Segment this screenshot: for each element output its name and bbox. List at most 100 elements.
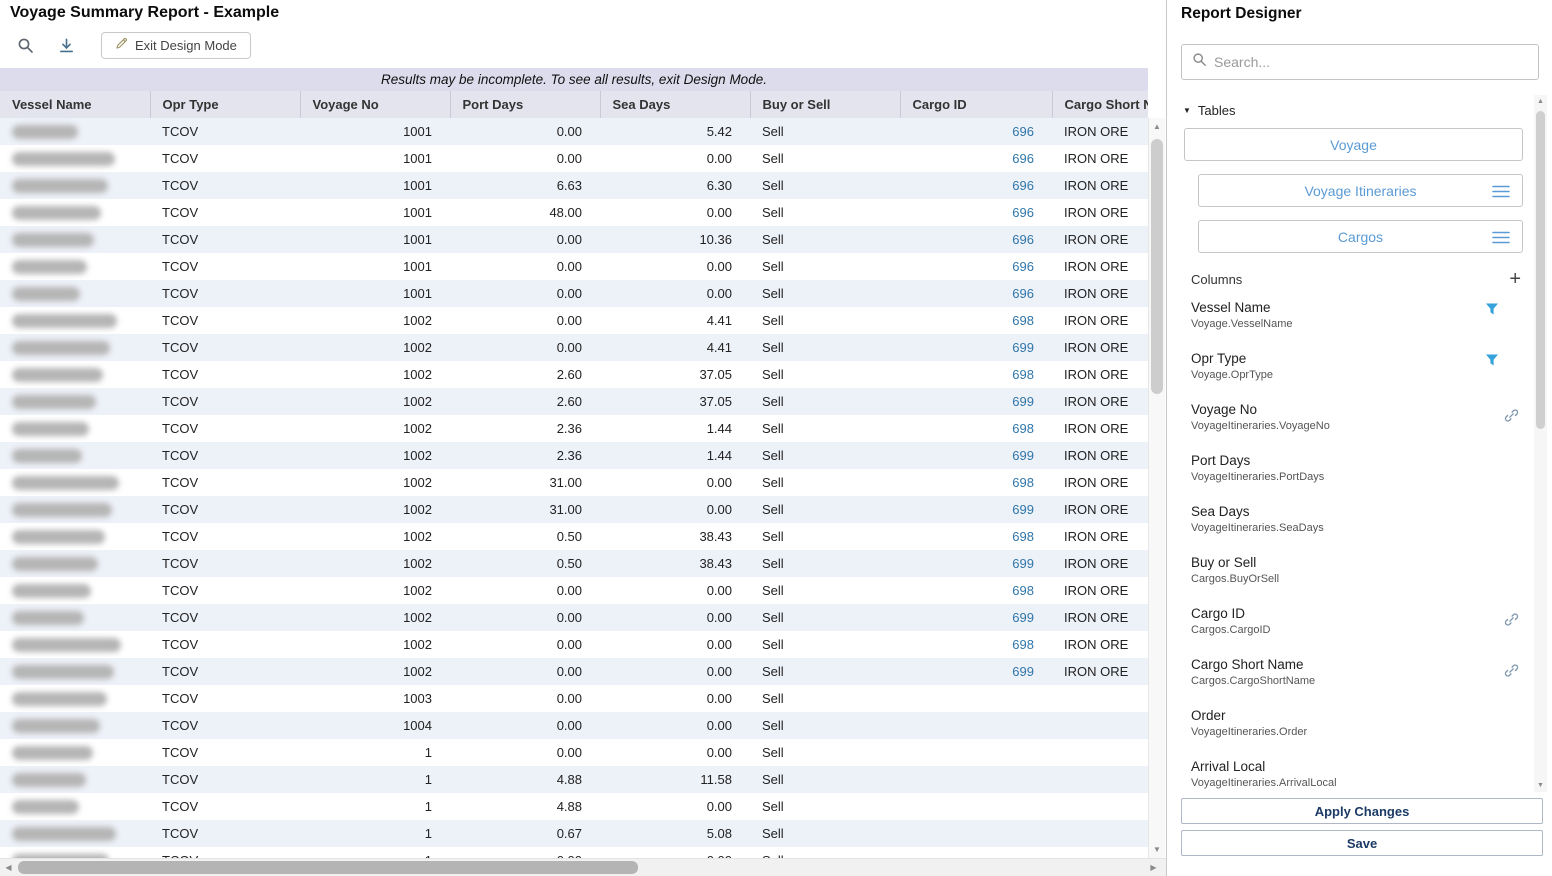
table-row[interactable]: TCOV10020.000.00Sell699IRON ORE [0,658,1148,685]
cell-opr-type: TCOV [150,766,300,793]
scroll-up-icon[interactable]: ▲ [1149,118,1165,135]
table-row[interactable]: TCOV100148.000.00Sell696IRON ORE [0,199,1148,226]
cargo-id-link[interactable]: 698 [1012,529,1034,544]
column-item-cargo-short-name[interactable]: Cargo Short NameCargos.CargoShortName [1191,653,1521,704]
table-row[interactable]: TCOV10020.004.41Sell698IRON ORE [0,307,1148,334]
column-header-sea-days[interactable]: Sea Days [600,91,750,118]
vessel-name-cell-redacted [0,226,150,253]
scroll-up-icon[interactable]: ▲ [1534,95,1547,108]
cargo-id-link[interactable]: 699 [1012,502,1034,517]
table-vertical-scrollbar[interactable]: ▲ ▼ [1148,118,1165,858]
cargo-id-link[interactable]: 696 [1012,124,1034,139]
cargo-id-link[interactable]: 696 [1012,232,1034,247]
hamburger-menu-icon[interactable] [1492,230,1510,248]
column-header-vessel-name[interactable]: Vessel Name [0,91,150,118]
table-row[interactable]: TCOV10020.000.00Sell698IRON ORE [0,631,1148,658]
table-row[interactable]: TCOV100231.000.00Sell699IRON ORE [0,496,1148,523]
column-header-cargo-id[interactable]: Cargo ID [900,91,1052,118]
cargo-id-link[interactable]: 698 [1012,637,1034,652]
column-item-port-days[interactable]: Port DaysVoyageItineraries.PortDays [1191,449,1521,500]
cargo-id-link[interactable]: 696 [1012,205,1034,220]
cargo-id-link[interactable]: 699 [1012,664,1034,679]
cargo-id-link[interactable]: 696 [1012,259,1034,274]
column-header-buy-or-sell[interactable]: Buy or Sell [750,91,900,118]
filter-icon[interactable] [1485,302,1499,321]
cargo-id-link[interactable]: 699 [1012,556,1034,571]
table-row[interactable]: TCOV10016.636.30Sell696IRON ORE [0,172,1148,199]
column-item-voyage-no[interactable]: Voyage NoVoyageItineraries.VoyageNo [1191,398,1521,449]
cell-buy-or-sell: Sell [750,415,900,442]
column-item-arrival-local[interactable]: Arrival LocalVoyageItineraries.ArrivalLo… [1191,755,1521,792]
link-icon[interactable] [1504,612,1519,632]
table-button-cargos[interactable]: Cargos [1198,220,1523,253]
table-row[interactable]: TCOV10040.000.00Sell [0,712,1148,739]
table-row[interactable]: TCOV10.675.08Sell [0,820,1148,847]
search-icon[interactable] [12,32,38,58]
table-row[interactable]: TCOV10010.005.42Sell696IRON ORE [0,118,1148,145]
column-header-port-days[interactable]: Port Days [450,91,600,118]
cargo-id-link[interactable]: 699 [1012,448,1034,463]
table-button-voyage-itineraries[interactable]: Voyage Itineraries [1198,174,1523,207]
table-row[interactable]: TCOV10020.000.00Sell698IRON ORE [0,577,1148,604]
table-row[interactable]: TCOV10020.004.41Sell699IRON ORE [0,334,1148,361]
table-row[interactable]: TCOV10022.6037.05Sell699IRON ORE [0,388,1148,415]
table-row[interactable]: TCOV14.8811.58Sell [0,766,1148,793]
cargo-id-link[interactable]: 699 [1012,610,1034,625]
designer-scrollbar[interactable]: ▲ ▼ [1534,95,1547,792]
cargo-id-link[interactable]: 698 [1012,421,1034,436]
table-row[interactable]: TCOV10022.361.44Sell698IRON ORE [0,415,1148,442]
cargo-id-link[interactable]: 698 [1012,367,1034,382]
column-item-cargo-id[interactable]: Cargo IDCargos.CargoID [1191,602,1521,653]
table-row[interactable]: TCOV100231.000.00Sell698IRON ORE [0,469,1148,496]
column-header-opr-type[interactable]: Opr Type [150,91,300,118]
table-row[interactable]: TCOV10020.5038.43Sell699IRON ORE [0,550,1148,577]
table-button-voyage[interactable]: Voyage [1184,128,1523,161]
cargo-id-link[interactable]: 699 [1012,394,1034,409]
scroll-left-icon[interactable]: ◀ [0,859,17,876]
scroll-down-icon[interactable]: ▼ [1149,841,1165,858]
add-column-icon[interactable]: + [1509,271,1521,287]
column-item-opr-type[interactable]: Opr TypeVoyage.OprType [1191,347,1521,398]
table-row[interactable]: TCOV10010.000.00Sell696IRON ORE [0,145,1148,172]
column-item-buy-or-sell[interactable]: Buy or SellCargos.BuyOrSell [1191,551,1521,602]
table-row[interactable]: TCOV10.000.00Sell [0,847,1148,858]
horizontal-scrollbar-thumb[interactable] [18,861,638,874]
download-icon[interactable] [53,32,79,58]
column-item-vessel-name[interactable]: Vessel NameVoyage.VesselName [1191,296,1521,347]
column-header-voyage-no[interactable]: Voyage No [300,91,450,118]
apply-changes-button[interactable]: Apply Changes [1181,798,1543,824]
table-row[interactable]: TCOV10010.000.00Sell696IRON ORE [0,253,1148,280]
exit-design-mode-button[interactable]: Exit Design Mode [101,32,251,59]
filter-icon[interactable] [1485,353,1499,372]
vertical-scrollbar-thumb[interactable] [1151,139,1163,394]
column-item-order[interactable]: OrderVoyageItineraries.Order [1191,704,1521,755]
designer-scrollbar-thumb[interactable] [1536,111,1545,429]
column-header-cargo-short-name[interactable]: Cargo Short Name [1052,91,1148,118]
table-row[interactable]: TCOV10030.000.00Sell [0,685,1148,712]
designer-search-input[interactable] [1214,54,1528,70]
link-icon[interactable] [1504,663,1519,683]
table-row[interactable]: TCOV10010.000.00Sell696IRON ORE [0,280,1148,307]
save-button[interactable]: Save [1181,830,1543,856]
link-icon[interactable] [1504,408,1519,428]
hamburger-menu-icon[interactable] [1492,184,1510,202]
scroll-down-icon[interactable]: ▼ [1534,779,1547,792]
tables-section-header[interactable]: ▼ Tables [1183,103,1236,118]
table-row[interactable]: TCOV10022.6037.05Sell698IRON ORE [0,361,1148,388]
column-item-sea-days[interactable]: Sea DaysVoyageItineraries.SeaDays [1191,500,1521,551]
table-row[interactable]: TCOV14.880.00Sell [0,793,1148,820]
table-row[interactable]: TCOV10010.0010.36Sell696IRON ORE [0,226,1148,253]
table-row[interactable]: TCOV10022.361.44Sell699IRON ORE [0,442,1148,469]
table-row[interactable]: TCOV10020.5038.43Sell698IRON ORE [0,523,1148,550]
cargo-id-link[interactable]: 698 [1012,313,1034,328]
cargo-id-link[interactable]: 696 [1012,151,1034,166]
cargo-id-link[interactable]: 699 [1012,340,1034,355]
cargo-id-link[interactable]: 696 [1012,286,1034,301]
cargo-id-link[interactable]: 696 [1012,178,1034,193]
table-row[interactable]: TCOV10.000.00Sell [0,739,1148,766]
cargo-id-link[interactable]: 698 [1012,475,1034,490]
scroll-right-icon[interactable]: ▶ [1145,859,1162,876]
cargo-id-link[interactable]: 698 [1012,583,1034,598]
table-horizontal-scrollbar[interactable]: ◀ ▶ [0,858,1166,876]
table-row[interactable]: TCOV10020.000.00Sell699IRON ORE [0,604,1148,631]
